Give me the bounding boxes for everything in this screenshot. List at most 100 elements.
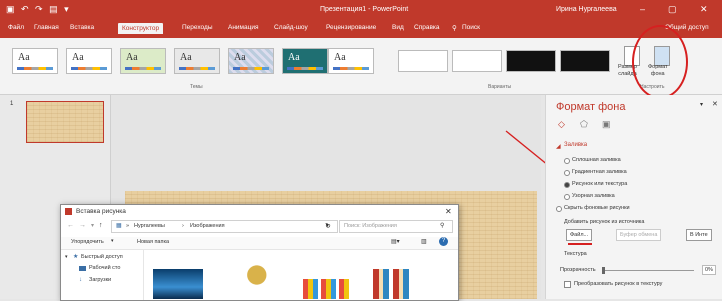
image-thumbnail-2[interactable]	[237, 259, 273, 299]
option-hide-background[interactable]: Скрыть фоновые рисунки	[556, 205, 630, 212]
picture-category-icon[interactable]: ▣	[602, 119, 611, 130]
image-thumbnail-1[interactable]	[153, 269, 203, 299]
window-title: Презентация1 - PowerPoint	[320, 6, 409, 13]
pane-close-icon[interactable]: ✕	[712, 100, 718, 108]
downloads-icon: ↓	[79, 277, 82, 283]
transparency-slider[interactable]	[604, 270, 694, 271]
effects-category-icon[interactable]: ⬠	[580, 119, 588, 130]
path-item-user[interactable]: Нургалеевы	[134, 223, 165, 229]
tree-item-downloads[interactable]: Загрузки	[89, 277, 111, 283]
expand-icon[interactable]: ▾	[65, 254, 68, 260]
tab-review[interactable]: Рецензирование	[326, 24, 376, 31]
search-icon[interactable]: ⚲	[440, 222, 444, 229]
desktop-icon	[79, 266, 86, 271]
star-icon: ★	[73, 254, 79, 260]
theme-preview-text: Aa	[234, 52, 246, 63]
folder-icon: ▦	[116, 223, 122, 229]
tab-home[interactable]: Главная	[34, 24, 59, 31]
view-options-icon[interactable]: ▤▾	[391, 238, 400, 245]
theme-7[interactable]: Aa	[328, 48, 374, 74]
theme-preview-text: Aa	[180, 52, 192, 63]
ribbon: Aa Aa Aa Aa Aa Aa Aa Темы Варианты Разме…	[0, 38, 722, 95]
tab-file[interactable]: Файл	[8, 24, 24, 31]
texture-label: Текстура	[564, 251, 587, 257]
theme-2[interactable]: Aa	[66, 48, 112, 74]
minimize-icon[interactable]: –	[640, 4, 645, 14]
dialog-title: Вставка рисунка	[76, 208, 126, 215]
option-solid-fill[interactable]: Сплошная заливка	[564, 157, 621, 164]
new-folder-button[interactable]: Новая папка	[137, 239, 169, 245]
option-gradient-fill[interactable]: Градиентная заливка	[564, 169, 627, 176]
dialog-navigation: ← → ▾ ↑ ▦ » Нургалеевы › Изображения ▾ ↻…	[61, 219, 458, 235]
organize-dropdown-icon[interactable]: ▾	[111, 238, 114, 244]
theme-office[interactable]: Aa	[12, 48, 58, 74]
tab-transitions[interactable]: Переходы	[182, 24, 213, 31]
option-pattern-fill[interactable]: Узорная заливка	[564, 193, 615, 200]
recent-icon[interactable]: ▾	[91, 222, 94, 229]
forward-icon[interactable]: →	[79, 222, 86, 229]
address-bar[interactable]: ▦ » Нургалеевы › Изображения ▾	[111, 220, 338, 233]
transparency-value-input[interactable]: 0%	[702, 265, 716, 275]
dialog-close-icon[interactable]: ✕	[445, 207, 452, 216]
help-icon[interactable]: ?	[439, 237, 448, 246]
format-background-pane: Формат фона ▾ ✕ ◇ ⬠ ▣ ◢ Заливка Сплошная…	[545, 95, 722, 299]
tab-animations[interactable]: Анимация	[228, 24, 259, 31]
restore-icon[interactable]: ▢	[668, 4, 677, 15]
ribbon-tabs: Файл Главная Вставка Конструктор Переход…	[0, 20, 722, 38]
option-picture-texture-fill[interactable]: Рисунок или текстура	[563, 181, 627, 188]
refresh-icon[interactable]: ↻	[325, 222, 331, 230]
path-item-pictures[interactable]: Изображения	[190, 223, 225, 229]
theme-6[interactable]: Aa	[282, 48, 328, 74]
search-icon[interactable]: ⚲	[452, 24, 457, 32]
variant-1[interactable]	[398, 50, 448, 72]
slide-number: 1	[10, 101, 14, 107]
tab-view[interactable]: Вид	[392, 24, 404, 31]
app-icon	[65, 208, 72, 215]
theme-3[interactable]: Aa	[120, 48, 166, 74]
insert-picture-dialog: Вставка рисунка ✕ ← → ▾ ↑ ▦ » Нургалеевы…	[60, 204, 459, 301]
pane-title: Формат фона	[556, 101, 626, 113]
preview-pane-icon[interactable]: ▥	[421, 238, 427, 245]
user-name[interactable]: Ирина Нургалеева	[556, 6, 617, 13]
pane-options-icon[interactable]: ▾	[700, 101, 703, 108]
highlight-circle	[632, 25, 688, 99]
variant-3[interactable]	[506, 50, 556, 72]
tab-search[interactable]: Поиск	[462, 24, 480, 31]
transparency-slider-thumb[interactable]	[602, 267, 605, 274]
theme-preview-text: Aa	[288, 52, 300, 63]
tab-design[interactable]: Конструктор	[118, 23, 164, 34]
quick-access-toolbar[interactable]: ▣ ↶ ↷ ▤ ▾	[6, 4, 71, 15]
insert-picture-label: Добавить рисунок из источника	[564, 219, 645, 225]
online-button[interactable]: В Инте	[686, 229, 712, 241]
image-thumbnail-3[interactable]	[303, 279, 349, 299]
variant-4[interactable]	[560, 50, 610, 72]
theme-preview-text: Aa	[72, 52, 84, 63]
search-input[interactable]: Поиск: Изображения ⚲	[339, 220, 453, 233]
fill-section-header[interactable]: Заливка	[564, 142, 587, 148]
image-thumbnail-4[interactable]	[373, 269, 413, 299]
search-placeholder: Поиск: Изображения	[344, 223, 397, 229]
title-bar: ▣ ↶ ↷ ▤ ▾ Презентация1 - PowerPoint Ирин…	[0, 0, 722, 20]
clipboard-button[interactable]: Буфер обмена	[616, 229, 662, 241]
file-button-underline	[568, 243, 592, 245]
up-icon[interactable]: ↑	[99, 222, 103, 229]
theme-5[interactable]: Aa	[228, 48, 274, 74]
tree-item-desktop[interactable]: Рабочий сто	[89, 265, 120, 271]
tile-label: Преобразовать рисунок в текстуру	[574, 281, 663, 287]
tab-help[interactable]: Справка	[414, 24, 440, 31]
fill-section-toggle[interactable]: ◢	[556, 143, 561, 150]
tab-insert[interactable]: Вставка	[70, 24, 94, 31]
tree-item-quick-access[interactable]: Быстрый доступ	[81, 254, 123, 260]
tab-slideshow[interactable]: Слайд-шоу	[274, 24, 308, 31]
back-icon[interactable]: ←	[67, 222, 74, 229]
organize-button[interactable]: Упорядочить	[71, 239, 104, 245]
variant-2[interactable]	[452, 50, 502, 72]
path-separator: »	[126, 223, 130, 229]
fill-category-icon[interactable]: ◇	[558, 119, 565, 130]
slide-thumbnail[interactable]	[26, 101, 104, 143]
transparency-label: Прозрачность	[560, 267, 596, 273]
close-icon[interactable]: ✕	[700, 4, 708, 15]
file-button[interactable]: Файл...	[566, 229, 593, 241]
tile-checkbox[interactable]	[564, 281, 571, 288]
theme-4[interactable]: Aa	[174, 48, 220, 74]
